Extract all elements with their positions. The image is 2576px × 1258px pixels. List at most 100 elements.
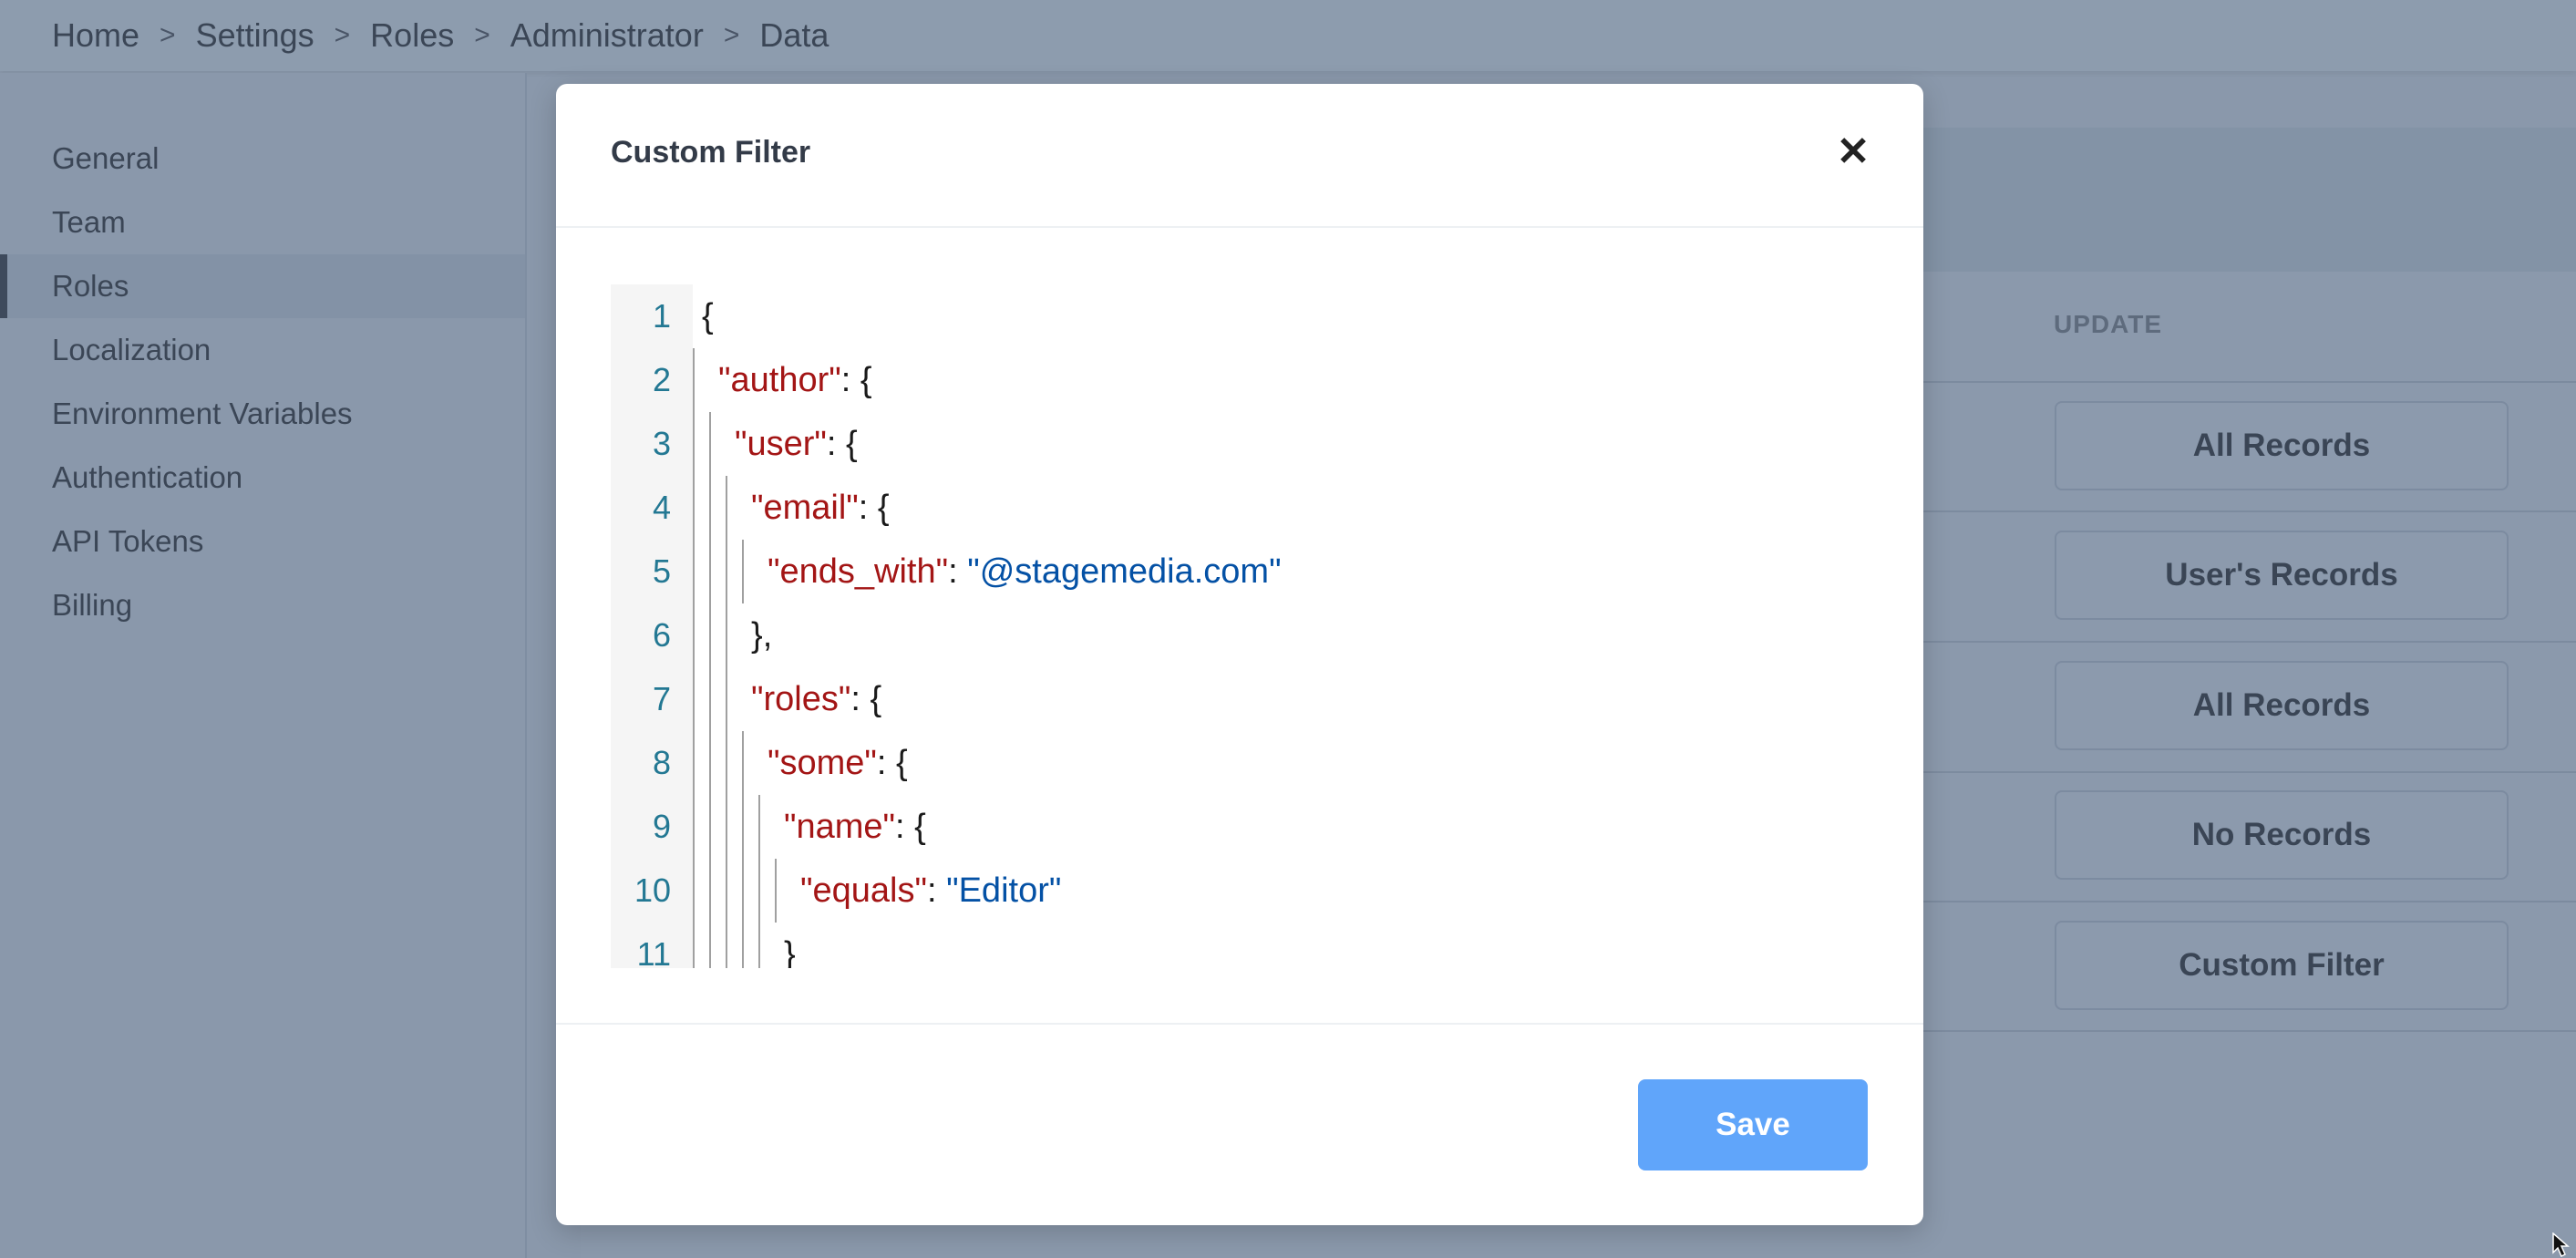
- line-number: 2: [652, 361, 671, 398]
- sidebar-item-authentication[interactable]: Authentication: [0, 446, 525, 510]
- json-punctuation: : {: [895, 808, 926, 846]
- breadcrumb-settings[interactable]: Settings: [196, 16, 314, 55]
- line-number: 3: [652, 425, 671, 462]
- sidebar-item-general[interactable]: General: [0, 127, 525, 191]
- json-punctuation: {: [702, 297, 714, 335]
- indent-guide: [709, 476, 711, 540]
- code-text: "user": {: [735, 412, 858, 476]
- json-key: "user": [735, 425, 827, 463]
- row-divider: [1922, 771, 2576, 773]
- json-punctuation: : {: [858, 489, 890, 527]
- indent-guide: [742, 731, 744, 795]
- line-number: 6: [652, 616, 671, 654]
- json-punctuation: }: [784, 935, 796, 968]
- code-line: 11}: [611, 923, 1869, 968]
- code-line: 10 "equals": "Editor": [611, 859, 1869, 923]
- row-divider: [1922, 510, 2576, 512]
- breadcrumb-administrator[interactable]: Administrator: [510, 16, 704, 55]
- json-punctuation: },: [751, 616, 773, 655]
- indent-guide: [775, 859, 777, 923]
- code-text: "some": {: [768, 731, 908, 795]
- sidebar-item-team[interactable]: Team: [0, 191, 525, 254]
- sidebar-item-api-tokens[interactable]: API Tokens: [0, 510, 525, 573]
- modal-footer-divider: [556, 1023, 1923, 1025]
- indent-guide: [709, 923, 711, 968]
- sidebar-item-localization[interactable]: Localization: [0, 318, 525, 382]
- indent-guide: [726, 795, 727, 859]
- indent-guide: [693, 603, 695, 667]
- indent-guide: [709, 667, 711, 731]
- code-line: 1{: [611, 284, 1869, 348]
- update-permission-button[interactable]: All Records: [2055, 661, 2509, 750]
- indent-guide: [758, 923, 760, 968]
- update-permission-button[interactable]: All Records: [2055, 401, 2509, 490]
- json-key: "ends_with": [768, 552, 949, 591]
- code-line: 2 "author": {: [611, 348, 1869, 412]
- indent-guide: [726, 603, 727, 667]
- line-number: 8: [652, 744, 671, 781]
- indent-guide: [693, 731, 695, 795]
- line-number: 7: [652, 680, 671, 717]
- row-divider: [1922, 641, 2576, 643]
- indent-guide: [709, 731, 711, 795]
- indent-guide: [726, 476, 727, 540]
- line-number: 9: [652, 808, 671, 845]
- custom-filter-modal: Custom Filter ✕ 1{2 "author": {3 "user": {…: [556, 84, 1923, 1225]
- indent-guide: [693, 348, 695, 412]
- update-permission-button[interactable]: User's Records: [2055, 531, 2509, 620]
- update-permission-button[interactable]: Custom Filter: [2055, 921, 2509, 1010]
- code-line: 4 "email": {: [611, 476, 1869, 540]
- json-key: "name": [784, 808, 896, 846]
- code-line: 7 "roles": {: [611, 667, 1869, 731]
- json-string-value: "@stagemedia.com": [967, 552, 1282, 591]
- indent-guide: [742, 859, 744, 923]
- breadcrumb-roles[interactable]: Roles: [370, 16, 454, 55]
- row-divider: [1922, 1030, 2576, 1032]
- code-line: 6},: [611, 603, 1869, 667]
- json-string-value: "Editor": [946, 871, 1062, 910]
- breadcrumb-separator: >: [723, 20, 740, 50]
- json-key: "email": [751, 489, 859, 527]
- code-text: "roles": {: [751, 667, 881, 731]
- settings-sidebar: General Team Roles Localization Environm…: [0, 73, 527, 1258]
- code-text: "author": {: [718, 348, 872, 412]
- json-key: "equals": [800, 871, 927, 910]
- close-icon[interactable]: ✕: [1832, 131, 1874, 173]
- code-text: {: [702, 284, 714, 348]
- json-code-editor[interactable]: 1{2 "author": {3 "user": {4 "email": {5 "end…: [611, 284, 1869, 968]
- indent-guide: [693, 667, 695, 731]
- breadcrumb-separator: >: [160, 20, 176, 50]
- indent-guide: [693, 859, 695, 923]
- indent-guide: [742, 923, 744, 968]
- code-text: "ends_with": "@stagemedia.com": [768, 540, 1282, 603]
- save-button[interactable]: Save: [1638, 1079, 1868, 1170]
- breadcrumb-separator: >: [334, 20, 351, 50]
- line-number: 11: [636, 935, 671, 968]
- indent-guide: [709, 795, 711, 859]
- sidebar-item-roles[interactable]: Roles: [0, 254, 525, 318]
- breadcrumb-separator: >: [474, 20, 490, 50]
- code-text: "email": {: [751, 476, 890, 540]
- row-divider: [1922, 381, 2576, 383]
- indent-guide: [758, 859, 760, 923]
- sidebar-item-environment-variables[interactable]: Environment Variables: [0, 382, 525, 446]
- line-number: 4: [652, 489, 671, 526]
- json-punctuation: : {: [850, 680, 882, 718]
- indent-guide: [726, 859, 727, 923]
- json-punctuation: :: [926, 871, 947, 910]
- sidebar-item-billing[interactable]: Billing: [0, 573, 525, 637]
- code-line: 5 "ends_with": "@stagemedia.com": [611, 540, 1869, 603]
- code-text: }: [784, 923, 796, 968]
- modal-header-divider: [556, 226, 1923, 228]
- breadcrumb: Home > Settings > Roles > Administrator …: [0, 0, 2576, 71]
- code-text: "equals": "Editor": [800, 859, 1061, 923]
- breadcrumb-home[interactable]: Home: [52, 16, 139, 55]
- json-key: "roles": [751, 680, 851, 718]
- indent-guide: [742, 795, 744, 859]
- row-divider: [1922, 901, 2576, 902]
- indent-guide: [726, 731, 727, 795]
- update-permission-button[interactable]: No Records: [2055, 790, 2509, 880]
- indent-guide: [693, 795, 695, 859]
- column-header-update: UPDATE: [2054, 310, 2163, 338]
- indent-guide: [742, 540, 744, 603]
